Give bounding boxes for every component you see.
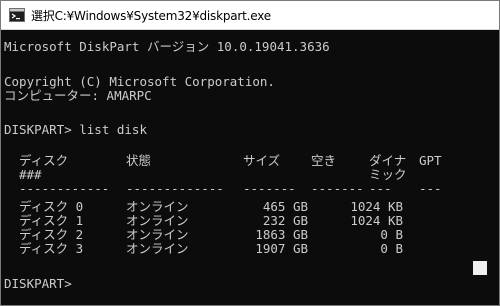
title-bar[interactable]: 選択C:¥Windows¥System32¥diskpart.exe <box>1 1 499 30</box>
cmd-icon <box>9 7 25 23</box>
disk-free: 0 B <box>380 227 403 242</box>
disk-status: オンライン <box>126 199 189 214</box>
disk-size: 465 GB <box>262 199 308 214</box>
separator-free: ------- <box>311 181 364 196</box>
disk-size: 1863 GB <box>255 227 308 242</box>
disk-status: オンライン <box>126 213 189 228</box>
header-disk: ディスク <box>19 153 69 168</box>
separator-size: ------- <box>243 181 296 196</box>
separator-status: ------------- <box>126 181 224 196</box>
disk-name: ディスク 2 <box>19 227 84 242</box>
header-dynamic-sub: ミック <box>369 167 407 182</box>
console-window: 選択C:¥Windows¥System32¥diskpart.exe Micro… <box>0 0 500 306</box>
disk-status: オンライン <box>126 227 189 242</box>
disk-free: 1024 KB <box>350 213 403 228</box>
disk-name: ディスク 1 <box>19 213 84 228</box>
disk-free: 0 B <box>380 241 403 256</box>
disk-size: 232 GB <box>262 213 308 228</box>
disk-status: オンライン <box>126 241 189 256</box>
command-line: DISKPART> list disk <box>4 122 147 137</box>
disk-free: 1024 KB <box>350 199 403 214</box>
console-output[interactable]: Microsoft DiskPart バージョン 10.0.19041.3636… <box>1 30 485 305</box>
copyright-line: Copyright (C) Microsoft Corporation. <box>4 74 275 89</box>
scrollbar[interactable] <box>485 30 499 305</box>
separator-dynamic: --- <box>369 181 392 196</box>
disk-name: ディスク 3 <box>19 241 84 256</box>
window-title: 選択C:¥Windows¥System32¥diskpart.exe <box>31 8 271 23</box>
prompt[interactable]: DISKPART> <box>4 277 72 291</box>
header-size: サイズ <box>243 153 281 168</box>
disk-size: 1907 GB <box>255 241 308 256</box>
header-status: 状態 <box>126 153 152 168</box>
header-gpt: GPT <box>419 153 442 168</box>
separator-disk: ------------ <box>19 181 110 196</box>
computer-line: コンピューター: AMARPC <box>4 88 152 103</box>
disk-name: ディスク 0 <box>19 199 84 214</box>
header-disk-number: ### <box>19 167 42 182</box>
header-free: 空き <box>311 153 337 168</box>
separator-gpt: --- <box>419 181 442 196</box>
scroll-thumb[interactable] <box>473 261 487 275</box>
version-line: Microsoft DiskPart バージョン 10.0.19041.3636 <box>4 39 330 54</box>
header-dynamic: ダイナ <box>369 153 407 168</box>
